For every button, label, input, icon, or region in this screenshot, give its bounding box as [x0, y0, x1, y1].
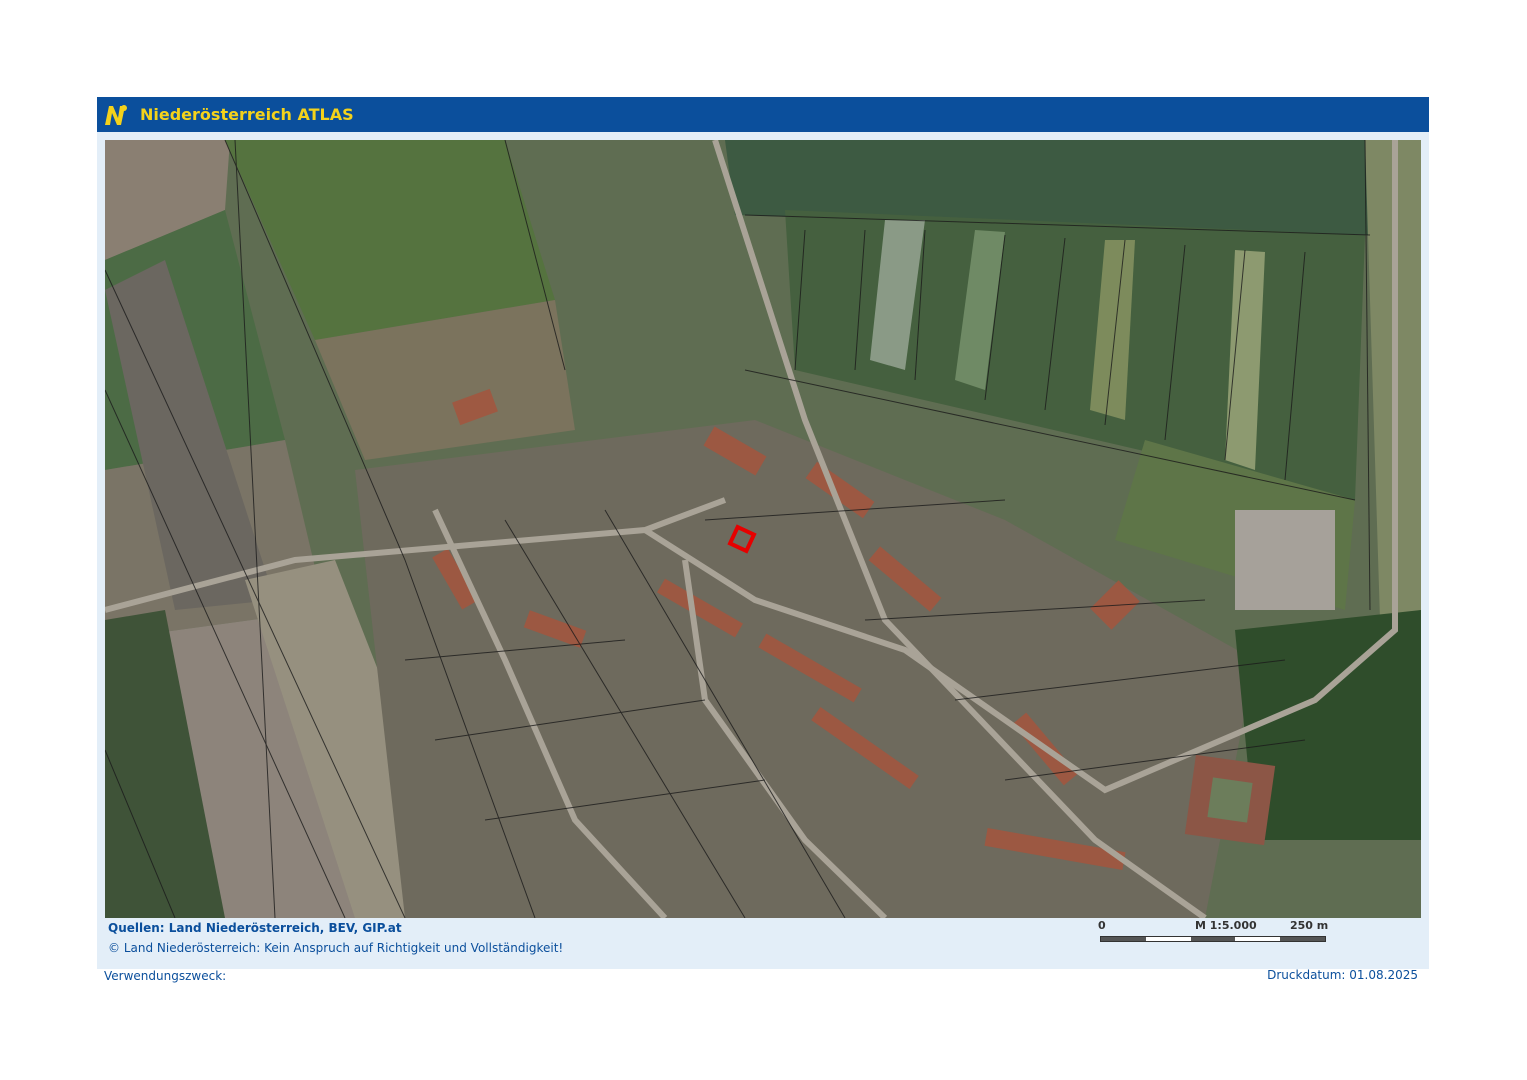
scale-bar-graphic	[1100, 936, 1326, 942]
print-date: Druckdatum: 01.08.2025	[1267, 968, 1418, 982]
map-frame: Niederösterreich ATLAS Quellen: Land Nie…	[97, 97, 1429, 969]
noe-logo-icon	[103, 103, 129, 127]
purpose-label: Verwendungszweck:	[104, 969, 227, 983]
copyright-text: © Land Niederösterreich: Kein Anspruch a…	[108, 941, 564, 955]
scale-end-label: 250 m	[1290, 919, 1329, 932]
scale-ratio-label: M 1:5.000	[1195, 919, 1257, 932]
scale-start-label: 0	[1098, 919, 1106, 932]
scale-bar: 0 M 1:5.000 250 m	[1097, 919, 1329, 949]
sources-text: Quellen: Land Niederösterreich, BEV, GIP…	[108, 921, 402, 935]
app-title: Niederösterreich ATLAS	[140, 105, 354, 124]
aerial-map[interactable]	[105, 140, 1421, 918]
header-bar: Niederösterreich ATLAS	[97, 97, 1429, 132]
